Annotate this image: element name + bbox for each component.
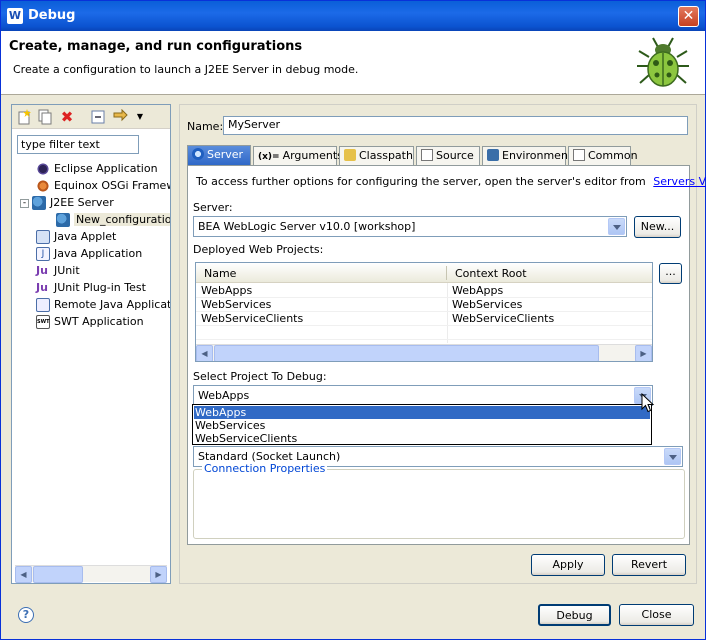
tree-item-j2ee-server[interactable]: - J2EE Server — [20, 195, 114, 211]
table-header: Name Context Root — [196, 263, 652, 283]
column-header-context-root[interactable]: Context Root — [455, 267, 527, 280]
deployed-projects-table: Name Context Root WebApps WebApps WebSer… — [195, 262, 653, 362]
tab-arguments[interactable]: (x)= Arguments — [253, 146, 343, 165]
table-horizontal-scrollbar[interactable]: ◀ ▶ — [196, 344, 652, 361]
tree-item-eclipse-application[interactable]: Eclipse Application — [36, 161, 158, 177]
scroll-thumb[interactable] — [33, 566, 83, 583]
tab-environment[interactable]: Environment — [482, 146, 572, 165]
filter-menu-chevron-down-icon[interactable]: ▼ — [132, 109, 148, 125]
osgi-icon — [36, 179, 50, 193]
swt-icon: SWT — [36, 315, 50, 329]
new-config-icon[interactable] — [16, 109, 32, 125]
table-row-empty — [196, 326, 652, 340]
server-info-text: To access further options for configurin… — [196, 175, 706, 188]
config-toolbar: ✖ ▼ — [12, 105, 170, 129]
connection-properties-title: Connection Properties — [202, 462, 328, 475]
servers-view-link[interactable]: Servers View — [653, 175, 706, 188]
tab-classpath[interactable]: Classpath — [339, 146, 414, 165]
tab-server[interactable]: Server — [187, 145, 251, 165]
tab-source[interactable]: Source — [416, 146, 480, 165]
delete-config-icon[interactable]: ✖ — [59, 109, 75, 125]
eclipse-icon — [36, 162, 50, 176]
title-bar: W Debug ✕ — [1, 1, 705, 31]
chevron-down-icon[interactable] — [608, 218, 625, 235]
project-dropdown-list: WebApps WebServices WebServiceClients — [192, 404, 652, 445]
configuration-tree: Eclipse Application Equinox OSGi Framewo… — [16, 161, 170, 561]
filter-config-icon[interactable] — [112, 108, 128, 125]
dropdown-option-webserviceclients[interactable]: WebServiceClients — [194, 432, 650, 445]
window-close-button[interactable]: ✕ — [678, 6, 699, 27]
project-select[interactable]: WebApps — [193, 385, 653, 406]
table-row[interactable]: WebApps WebApps — [196, 284, 652, 298]
tab-common[interactable]: Common — [568, 146, 638, 165]
tree-item-java-applet[interactable]: Java Applet — [36, 229, 116, 245]
close-button[interactable]: Close — [619, 604, 694, 626]
source-tab-icon — [421, 149, 433, 161]
duplicate-config-icon[interactable] — [37, 109, 53, 125]
table-row[interactable]: WebServices WebServices — [196, 298, 652, 312]
connection-properties-group: Connection Properties — [193, 462, 685, 539]
debug-bug-icon — [637, 37, 689, 87]
new-server-button[interactable]: New... — [634, 216, 681, 238]
common-tab-icon — [573, 149, 585, 161]
configuration-editor: Name: MyServer Server (x)= Arguments Clas… — [179, 104, 706, 584]
scroll-right-icon[interactable]: ▶ — [150, 566, 167, 583]
column-header-name[interactable]: Name — [204, 267, 236, 280]
tree-item-junit-plugin-test[interactable]: Ju JUnit Plug-in Test — [36, 280, 146, 296]
filter-input[interactable] — [17, 135, 139, 154]
revert-button[interactable]: Revert — [612, 554, 686, 576]
banner-description: Create a configuration to launch a J2EE … — [13, 63, 359, 76]
table-row[interactable]: WebServiceClients WebServiceClients — [196, 312, 652, 326]
environment-tab-icon — [487, 149, 499, 161]
name-input[interactable]: MyServer — [223, 116, 688, 135]
remote-java-icon — [36, 298, 50, 312]
tree-item-new-configuration[interactable]: New_configuration — [56, 212, 170, 228]
server-icon — [32, 196, 46, 210]
tree-expand-minus-icon[interactable]: - — [20, 198, 29, 208]
column-divider — [446, 266, 447, 280]
scroll-right-icon[interactable]: ▶ — [635, 345, 652, 361]
scroll-left-icon[interactable]: ◀ — [15, 566, 32, 583]
workshop-app-icon: W — [7, 8, 23, 24]
tree-item-remote-java[interactable]: Remote Java Applicati — [36, 297, 170, 313]
dropdown-option-webservices[interactable]: WebServices — [194, 419, 650, 432]
server-config-icon — [56, 213, 70, 227]
help-icon[interactable]: ? — [18, 607, 34, 623]
java-app-icon: J — [36, 247, 50, 261]
configuration-tree-panel: ✖ ▼ Eclipse Application Equinox OSGi Fra… — [11, 104, 171, 584]
apply-button[interactable]: Apply — [531, 554, 605, 576]
deployed-projects-label: Deployed Web Projects: — [193, 243, 324, 256]
server-label: Server: — [193, 201, 233, 214]
tree-item-swt-application[interactable]: SWT SWT Application — [36, 314, 144, 330]
junit-icon: Ju — [36, 264, 48, 277]
server-tab-icon — [192, 148, 204, 160]
tree-item-junit[interactable]: Ju JUnit — [36, 263, 80, 279]
server-select[interactable]: BEA WebLogic Server v10.0 [workshop] — [193, 216, 627, 237]
tree-horizontal-scrollbar[interactable]: ◀ ▶ — [15, 565, 167, 583]
banner-heading: Create, manage, and run configurations — [9, 39, 303, 54]
edit-projects-button[interactable]: ... — [659, 263, 682, 284]
server-tab-panel: To access further options for configurin… — [187, 165, 706, 545]
junit-plugin-icon: Ju — [36, 281, 48, 294]
chevron-down-icon[interactable] — [664, 448, 681, 465]
config-tabs: Server (x)= Arguments Classpath Source En… — [187, 145, 683, 165]
header-banner: Create, manage, and run configurations C… — [1, 31, 705, 95]
mouse-cursor-icon — [641, 393, 655, 413]
scroll-thumb[interactable] — [214, 345, 599, 361]
scroll-left-icon[interactable]: ◀ — [196, 345, 213, 361]
applet-icon — [36, 230, 50, 244]
debug-button[interactable]: Debug — [538, 604, 611, 626]
dropdown-option-webapps[interactable]: WebApps — [194, 406, 650, 419]
tree-item-java-application[interactable]: J Java Application — [36, 246, 142, 262]
arguments-tab-icon: (x)= — [258, 152, 280, 162]
name-label: Name: — [187, 120, 224, 133]
select-project-label: Select Project To Debug: — [193, 370, 327, 383]
classpath-tab-icon — [344, 149, 356, 161]
window-title: Debug — [28, 8, 76, 23]
debug-dialog: W Debug ✕ Create, manage, and run config… — [0, 0, 706, 640]
tree-item-equinox-osgi[interactable]: Equinox OSGi Framewo — [36, 178, 170, 194]
collapse-all-icon[interactable] — [90, 109, 106, 125]
